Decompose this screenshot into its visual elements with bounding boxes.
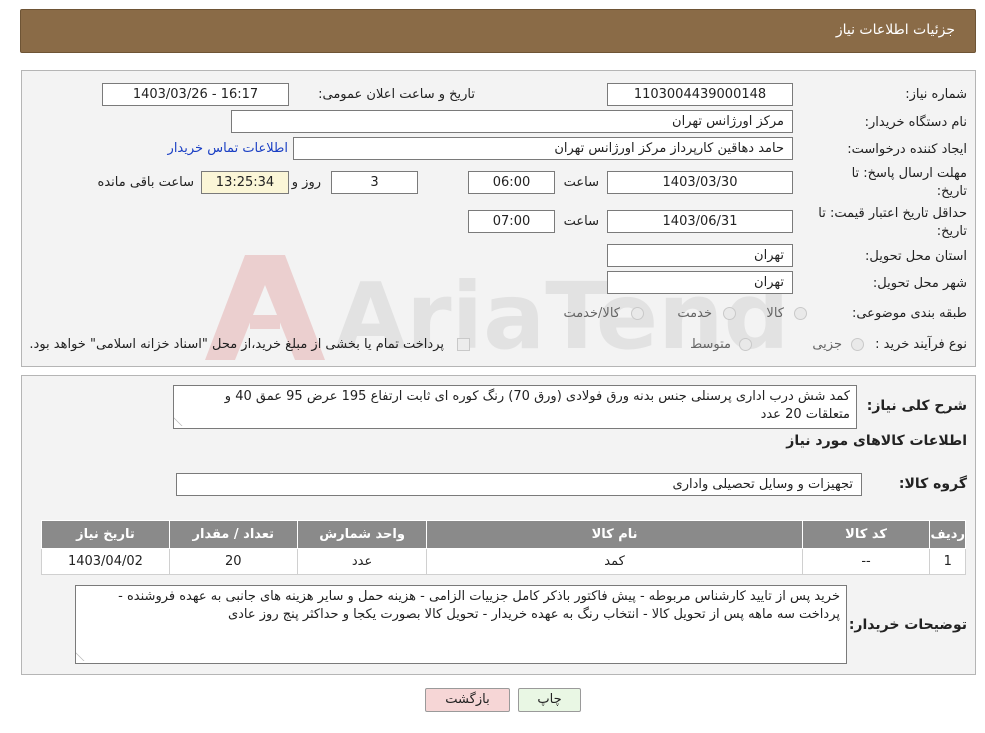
buyer-notes-label: توضیحات خریدار: xyxy=(848,617,967,633)
announce-label: تاریخ و ساعت اعلان عمومی: xyxy=(318,87,475,102)
validity-time-field: 07:00 xyxy=(468,210,555,233)
category-goods-radio[interactable] xyxy=(794,307,807,320)
creator-field: حامد دهاقین کارپرداز مرکز اورژانس تهران xyxy=(293,137,793,160)
need-number-label: شماره نیاز: xyxy=(905,87,967,102)
process-medium-radio[interactable] xyxy=(739,338,752,351)
remaining-time-field: 13:25:34 xyxy=(201,171,289,194)
cell-need-date: 1403/04/02 xyxy=(41,548,170,575)
category-service-label: خدمت xyxy=(677,306,712,321)
items-table: تاریخ نیاز تعداد / مقدار واحد شمارش نام … xyxy=(41,520,966,575)
summary-textarea: کمد شش درب اداری پرسنلی جنس بدنه ورق فول… xyxy=(173,385,857,429)
buyer-org-field: مرکز اورژانس تهران xyxy=(231,110,793,133)
process-small-radio[interactable] xyxy=(851,338,864,351)
process-medium-label: متوسط xyxy=(690,337,731,352)
announce-field: 1403/03/26 - 16:17 xyxy=(102,83,289,106)
summary-label: شرح کلی نیاز: xyxy=(866,398,967,414)
cell-quantity: 20 xyxy=(168,548,298,575)
treasury-checkbox[interactable] xyxy=(457,338,470,351)
page-header: جزئیات اطلاعات نیاز xyxy=(20,9,976,53)
category-goods-service-radio[interactable] xyxy=(631,307,644,320)
col-item-code: کد کالا xyxy=(801,520,931,549)
process-label: نوع فرآیند خرید : xyxy=(875,337,967,352)
group-label: گروه کالا: xyxy=(898,476,967,492)
col-row: ردیف xyxy=(929,520,966,549)
deadline-label: مهلت ارسال پاسخ: تا xyxy=(851,166,967,181)
cell-item-code: -- xyxy=(801,548,931,575)
creator-label: ایجاد کننده درخواست: xyxy=(847,142,967,157)
deadline-date-field: 1403/03/30 xyxy=(607,171,793,194)
resize-handle-icon[interactable] xyxy=(174,417,191,426)
resize-handle-icon[interactable] xyxy=(76,652,93,661)
category-goods-service-label: کالا/خدمت xyxy=(563,306,620,321)
col-unit: واحد شمارش xyxy=(296,520,428,549)
table-row: 1403/04/02 20 عدد کمد -- 1 xyxy=(41,548,966,575)
city-field: تهران xyxy=(607,271,793,294)
days-label: روز و xyxy=(291,175,321,190)
print-button[interactable]: چاپ xyxy=(518,688,581,712)
days-field: 3 xyxy=(331,171,418,194)
goods-info-title: اطلاعات کالاهای مورد نیاز xyxy=(786,433,967,449)
deadline-time-label: ساعت xyxy=(563,175,599,190)
validity-label-date: تاریخ: xyxy=(936,224,967,239)
summary-text: کمد شش درب اداری پرسنلی جنس بدنه ورق فول… xyxy=(224,389,850,422)
cell-item-name: کمد xyxy=(426,548,803,575)
deadline-time-field: 06:00 xyxy=(468,171,555,194)
province-label: استان محل تحویل: xyxy=(865,249,967,264)
category-goods-label: کالا xyxy=(766,306,784,321)
deadline-label-date: تاریخ: xyxy=(936,184,967,199)
validity-label: حداقل تاریخ اعتبار قیمت: تا xyxy=(818,206,967,221)
validity-time-label: ساعت xyxy=(563,214,599,229)
group-field: تجهیزات و وسایل تحصیلی واداری xyxy=(176,473,862,496)
need-number-field: 1103004439000148 xyxy=(607,83,793,106)
back-button[interactable]: بازگشت xyxy=(425,688,510,712)
contact-buyer-link[interactable]: اطلاعات تماس خریدار xyxy=(168,141,288,156)
city-label: شهر محل تحویل: xyxy=(872,276,967,291)
process-small-label: جزیی xyxy=(812,337,842,352)
col-need-date: تاریخ نیاز xyxy=(41,520,170,549)
province-field: تهران xyxy=(607,244,793,267)
col-item-name: نام کالا xyxy=(426,520,803,549)
buyer-notes-textarea: خرید پس از تایید کارشناس مربوطه - پیش فا… xyxy=(75,585,847,664)
remaining-label: ساعت باقی مانده xyxy=(97,175,194,190)
validity-date-field: 1403/06/31 xyxy=(607,210,793,233)
buyer-org-label: نام دستگاه خریدار: xyxy=(864,115,967,130)
page-title: جزئیات اطلاعات نیاز xyxy=(835,22,955,38)
category-service-radio[interactable] xyxy=(723,307,736,320)
treasury-note: پرداخت تمام یا بخشی از مبلغ خرید،از محل … xyxy=(29,337,444,352)
buyer-notes-text: خرید پس از تایید کارشناس مربوطه - پیش فا… xyxy=(118,589,840,622)
category-label: طبقه بندی موضوعی: xyxy=(851,306,967,321)
cell-row: 1 xyxy=(929,548,966,575)
col-quantity: تعداد / مقدار xyxy=(168,520,298,549)
table-header-row: تاریخ نیاز تعداد / مقدار واحد شمارش نام … xyxy=(41,520,966,549)
cell-unit: عدد xyxy=(296,548,428,575)
